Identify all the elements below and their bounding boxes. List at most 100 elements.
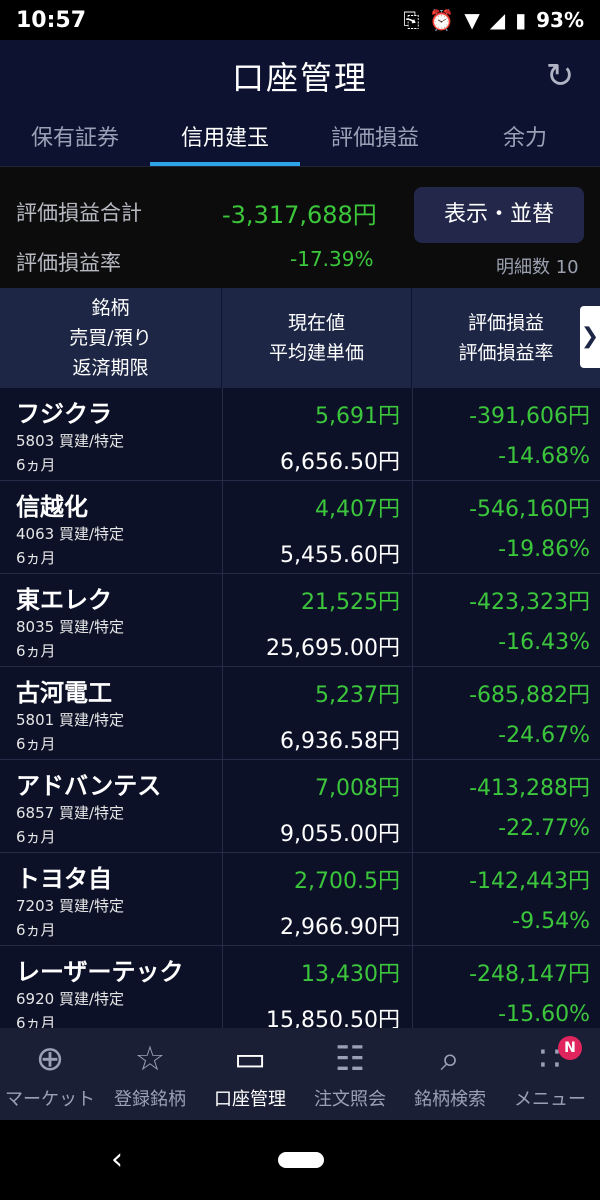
valuation-pl: -413,288円 xyxy=(469,776,590,801)
current-price: 21,525円 xyxy=(301,590,400,615)
repayment-term: 6ヵ月 xyxy=(16,549,56,567)
globe-icon: ⊕ xyxy=(35,1039,65,1079)
tab-margin-positions[interactable]: 信用建玉 xyxy=(150,112,300,166)
stock-cell: 信越化 4063 買建/特定 6ヵ月 xyxy=(0,481,222,574)
display-sort-button[interactable]: 表示・並替 xyxy=(414,187,584,243)
column-header-label: 平均建単価 xyxy=(268,342,364,364)
average-price: 9,055.00円 xyxy=(280,822,400,847)
table-row[interactable]: アドバンテス 6857 買建/特定 6ヵ月 7,008円 9,055.00円 -… xyxy=(0,760,600,853)
chevron-right-icon[interactable]: ❯ xyxy=(580,306,600,368)
valuation-pl: -248,147円 xyxy=(469,962,590,987)
alarm-icon: ⏰ xyxy=(429,8,455,32)
valuation-pl-rate: -9.54% xyxy=(512,909,590,934)
nav-search[interactable]: ⌕ 銘柄検索 xyxy=(400,1028,500,1120)
positions-list[interactable]: フジクラ 5803 買建/特定 6ヵ月 5,691円 6,656.50円 -39… xyxy=(0,388,600,1028)
current-price: 7,008円 xyxy=(315,776,400,801)
tab-holdings[interactable]: 保有証券 xyxy=(0,112,150,166)
app-header: 口座管理 ↻ xyxy=(0,40,600,112)
pl-cell: -546,160円 -19.86% xyxy=(412,481,600,574)
status-time: 10:57 xyxy=(16,7,87,33)
pl-cell: -413,288円 -22.77% xyxy=(412,760,600,853)
nav-label: メニュー xyxy=(514,1089,586,1110)
stock-cell: フジクラ 5803 買建/特定 6ヵ月 xyxy=(0,388,222,481)
stock-name: レーザーテック xyxy=(16,958,184,986)
total-pl-value: -3,317,688円 xyxy=(222,201,377,229)
wifi-icon: ▼ xyxy=(464,8,480,32)
nav-label: マーケット xyxy=(5,1089,95,1110)
repayment-term: 6ヵ月 xyxy=(16,735,56,753)
current-price: 5,237円 xyxy=(315,683,400,708)
nav-label: 注文照会 xyxy=(314,1089,386,1110)
valuation-pl-rate: -15.60% xyxy=(498,1002,590,1027)
stock-code: 7203 買建/特定 xyxy=(16,897,124,915)
column-header-label: 返済期限 xyxy=(72,357,149,379)
document-icon: ☷ xyxy=(334,1039,366,1079)
price-cell: 13,430円 15,850.50円 xyxy=(222,946,412,1028)
stock-name: フジクラ xyxy=(16,400,112,428)
table-row[interactable]: 信越化 4063 買建/特定 6ヵ月 4,407円 5,455.60円 -546… xyxy=(0,481,600,574)
card-icon: ▭ xyxy=(233,1039,267,1079)
table-row[interactable]: 東エレク 8035 買建/特定 6ヵ月 21,525円 25,695.00円 -… xyxy=(0,574,600,667)
refresh-icon[interactable]: ↻ xyxy=(540,56,580,96)
current-price: 4,407円 xyxy=(315,497,400,522)
status-bar: 10:57 ⎘ ⏰ ▼ ◢ ▮ 93% xyxy=(0,0,600,40)
home-pill[interactable] xyxy=(278,1152,324,1168)
nav-orders[interactable]: ☷ 注文照会 xyxy=(300,1028,400,1120)
pl-cell: -391,606円 -14.68% xyxy=(412,388,600,481)
column-header-label: 売買/預り xyxy=(69,327,152,349)
table-row[interactable]: フジクラ 5803 買建/特定 6ヵ月 5,691円 6,656.50円 -39… xyxy=(0,388,600,481)
tab-valuation-pl[interactable]: 評価損益 xyxy=(300,112,450,166)
table-row[interactable]: 古河電工 5801 買建/特定 6ヵ月 5,237円 6,936.58円 -68… xyxy=(0,667,600,760)
stock-name: トヨタ自 xyxy=(16,865,112,893)
pl-cell: -685,882円 -24.67% xyxy=(412,667,600,760)
average-price: 6,656.50円 xyxy=(280,450,400,475)
nav-account[interactable]: ▭ 口座管理 xyxy=(200,1028,300,1120)
pl-cell: -248,147円 -15.60% xyxy=(412,946,600,1028)
nav-label: 銘柄検索 xyxy=(414,1089,486,1110)
bottom-nav: ⊕ マーケット ☆ 登録銘柄 ▭ 口座管理 ☷ 注文照会 ⌕ 銘柄検索 ∷ メニ… xyxy=(0,1028,600,1120)
stock-code: 8035 買建/特定 xyxy=(16,618,124,636)
pl-cell: -142,443円 -9.54% xyxy=(412,853,600,946)
nav-market[interactable]: ⊕ マーケット xyxy=(0,1028,100,1120)
tab-bar: 保有証券 信用建玉 評価損益 余力 xyxy=(0,112,600,166)
current-price: 2,700.5円 xyxy=(294,869,400,894)
pl-cell: -423,323円 -16.43% xyxy=(412,574,600,667)
notification-badge: N xyxy=(558,1036,582,1060)
search-icon: ⌕ xyxy=(440,1039,460,1079)
battery-level: 93% xyxy=(536,8,584,32)
nav-watchlist[interactable]: ☆ 登録銘柄 xyxy=(100,1028,200,1120)
price-cell: 5,237円 6,936.58円 xyxy=(222,667,412,760)
price-cell: 7,008円 9,055.00円 xyxy=(222,760,412,853)
tab-buying-power[interactable]: 余力 xyxy=(450,112,600,166)
stock-cell: 東エレク 8035 買建/特定 6ヵ月 xyxy=(0,574,222,667)
valuation-pl-rate: -14.68% xyxy=(498,444,590,469)
valuation-pl-rate: -22.77% xyxy=(498,816,590,841)
valuation-pl: -142,443円 xyxy=(469,869,590,894)
table-row[interactable]: レーザーテック 6920 買建/特定 6ヵ月 13,430円 15,850.50… xyxy=(0,946,600,1028)
repayment-term: 6ヵ月 xyxy=(16,921,56,939)
repayment-term: 6ヵ月 xyxy=(16,828,56,846)
status-icons: ⎘ ⏰ ▼ ◢ ▮ 93% xyxy=(403,8,584,32)
stock-cell: 古河電工 5801 買建/特定 6ヵ月 xyxy=(0,667,222,760)
star-icon: ☆ xyxy=(134,1039,166,1079)
stock-name: 東エレク xyxy=(16,586,112,614)
table-row[interactable]: トヨタ自 7203 買建/特定 6ヵ月 2,700.5円 2,966.90円 -… xyxy=(0,853,600,946)
repayment-term: 6ヵ月 xyxy=(16,456,56,474)
valuation-pl: -391,606円 xyxy=(469,404,590,429)
nav-menu[interactable]: ∷ メニュー N xyxy=(500,1028,600,1120)
column-header-pl: 評価損益 評価損益率 xyxy=(412,288,600,388)
summary-panel: 評価損益合計 -3,317,688円 評価損益率 -17.39% 表示・並替 明… xyxy=(0,166,600,288)
total-pl-label: 評価損益合計 xyxy=(16,201,142,225)
stock-name: アドバンテス xyxy=(16,772,162,800)
valuation-pl-rate: -19.86% xyxy=(498,537,590,562)
current-price: 13,430円 xyxy=(301,962,400,987)
column-header-label: 評価損益率 xyxy=(458,342,554,364)
valuation-pl: -423,323円 xyxy=(469,590,590,615)
repayment-term: 6ヵ月 xyxy=(16,1014,56,1028)
nav-label: 口座管理 xyxy=(214,1089,286,1110)
column-header-stock: 銘柄 売買/預り 返済期限 xyxy=(0,288,222,388)
pl-rate-value: -17.39% xyxy=(290,247,374,271)
stock-cell: アドバンテス 6857 買建/特定 6ヵ月 xyxy=(0,760,222,853)
back-icon[interactable]: ‹ xyxy=(102,1140,132,1180)
average-price: 2,966.90円 xyxy=(280,915,400,940)
